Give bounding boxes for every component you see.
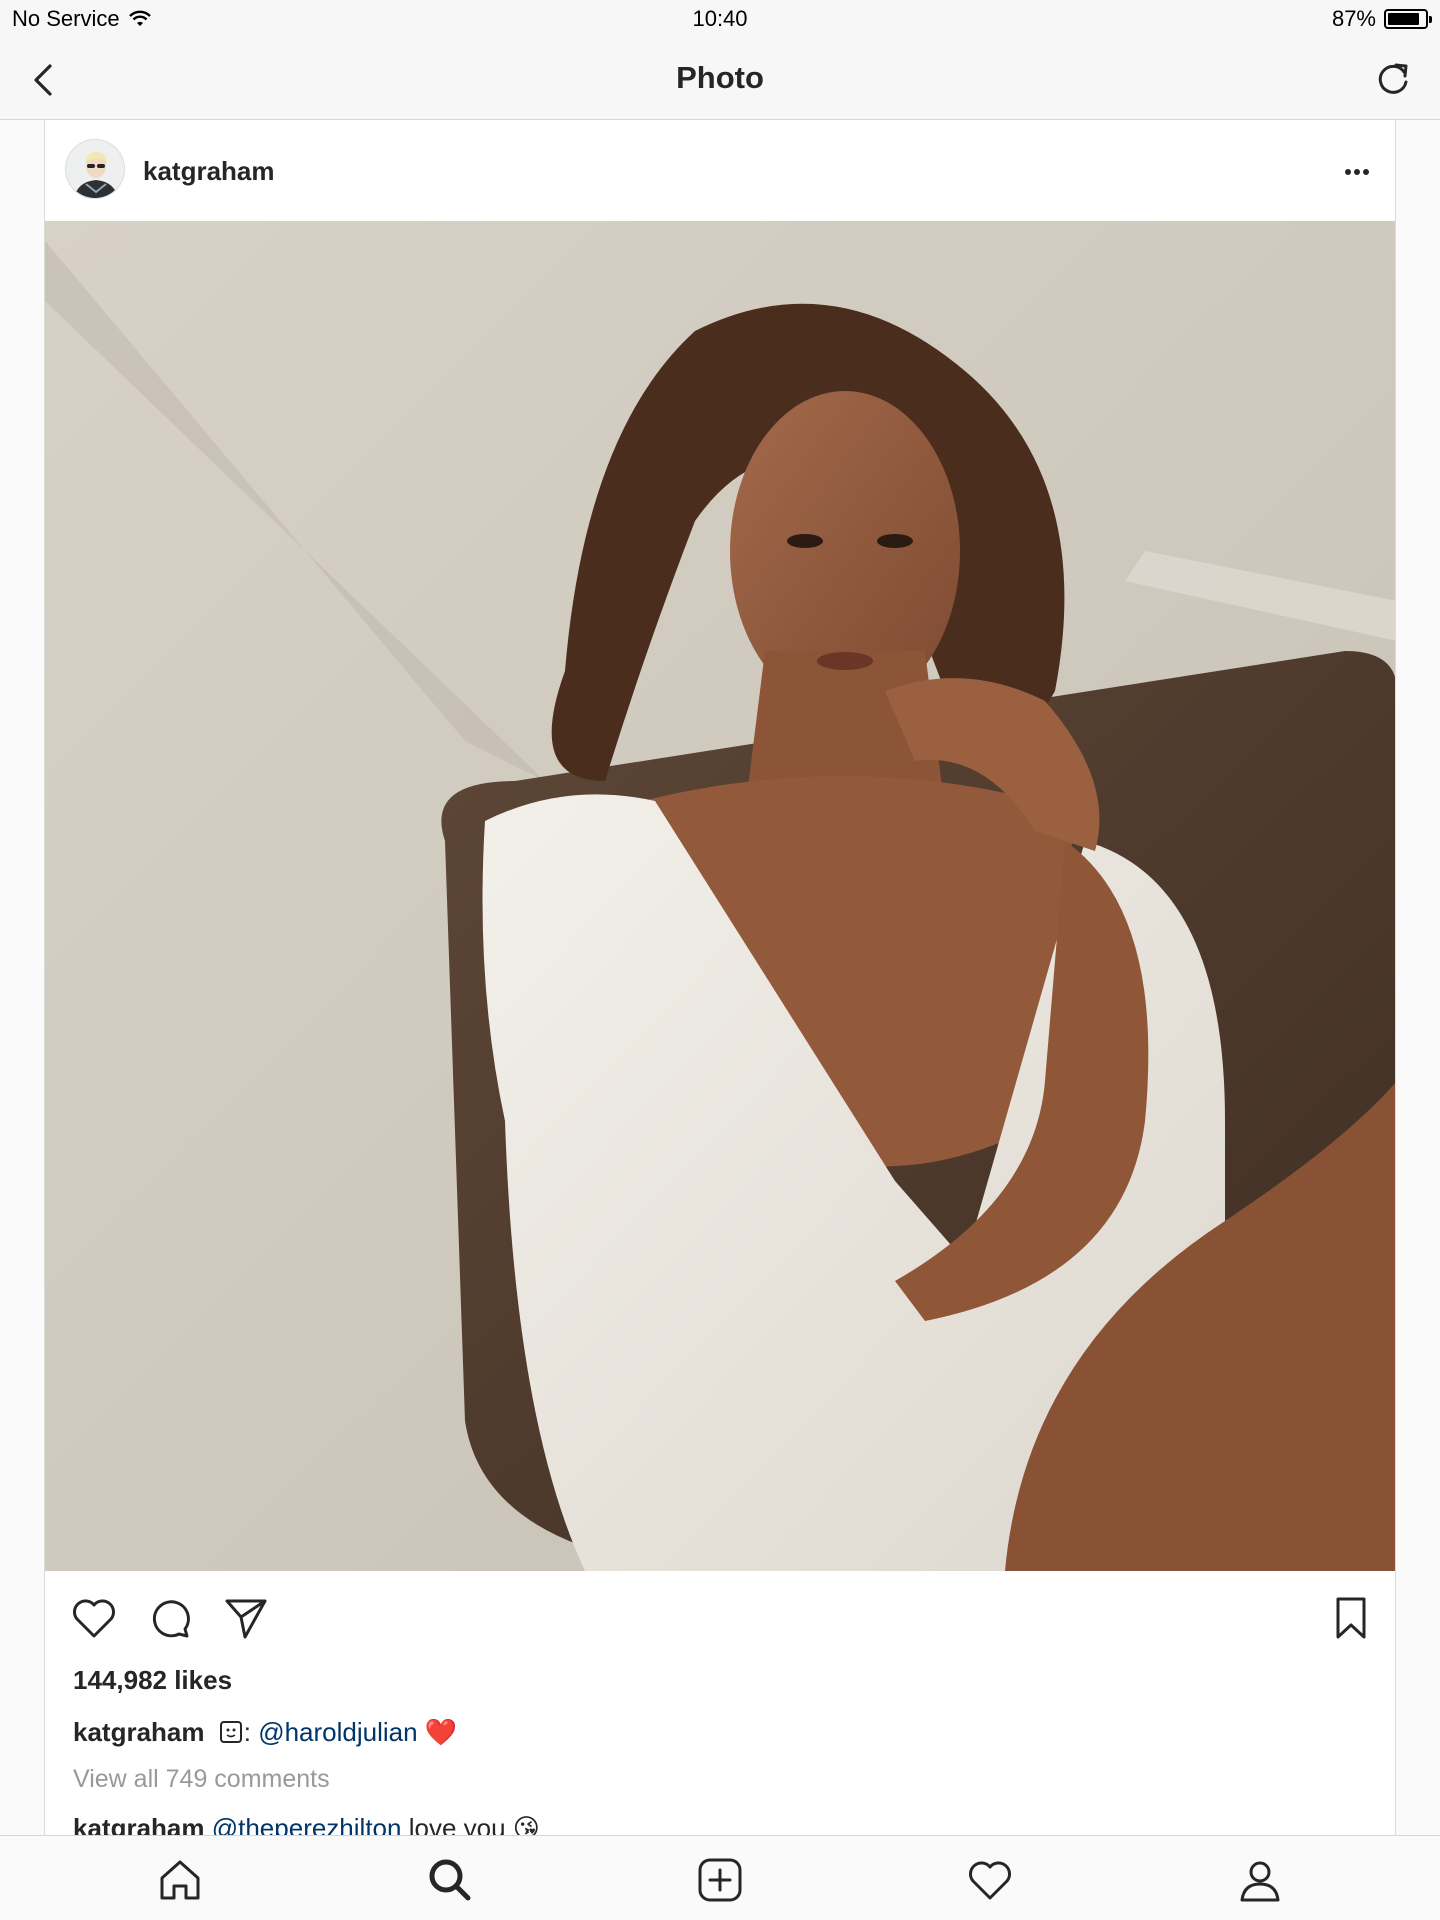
view-all-comments-link[interactable]: View all 749 comments [73, 1765, 330, 1794]
battery-percent: 87% [1331, 6, 1376, 31]
post-photo-image [45, 221, 1395, 1571]
status-time: 10:40 [692, 6, 748, 31]
avatar[interactable] [65, 139, 125, 199]
comment-username[interactable]: katgraham [73, 1813, 205, 1835]
comment-text: love you [408, 1813, 506, 1835]
battery-level [1388, 13, 1420, 25]
battery-icon [1384, 9, 1432, 29]
likes-count[interactable]: 144,982 likes [73, 1665, 232, 1696]
home-icon[interactable] [154, 1854, 206, 1906]
caption-colon: : [243, 1717, 259, 1747]
nav-bar: Photo [0, 40, 1440, 120]
post-caption: katgraham : @haroldjulian ❤️ [73, 1717, 457, 1748]
activity-heart-icon[interactable] [964, 1854, 1016, 1906]
caption-username[interactable]: katgraham [73, 1717, 205, 1747]
add-post-icon[interactable] [694, 1854, 746, 1906]
post-actions [45, 1583, 1395, 1653]
more-options-icon[interactable] [1337, 152, 1377, 192]
bookmark-icon[interactable] [1326, 1593, 1376, 1643]
tab-bar [0, 1835, 1440, 1920]
comment-bubble-icon[interactable] [145, 1593, 195, 1643]
status-right: 87% [1331, 6, 1432, 32]
avatar-image [66, 140, 124, 198]
page-title: Photo [676, 60, 764, 95]
refresh-icon[interactable] [1370, 56, 1416, 102]
caption-emoji: ❤️ [424, 1717, 458, 1747]
post-card: katgraham 144,982 likes katgraham: @har… [44, 120, 1396, 1835]
comment-mention[interactable]: @theperezhilton [212, 1813, 402, 1835]
search-icon[interactable] [424, 1854, 476, 1906]
camera-face-emoji-icon [219, 1721, 242, 1743]
post-header: katgraham [45, 120, 1395, 220]
caption-mention[interactable]: @haroldjulian [258, 1717, 417, 1747]
post-username[interactable]: katgraham [143, 156, 275, 187]
paper-plane-icon[interactable] [221, 1593, 271, 1643]
profile-icon[interactable] [1234, 1854, 1286, 1906]
post-photo[interactable] [45, 221, 1395, 1571]
heart-icon[interactable] [69, 1593, 119, 1643]
comment-emoji: 😘 [512, 1813, 540, 1835]
comment-item: katgraham @theperezhilton love you 😘 [73, 1813, 540, 1835]
status-bar: No Service 10:40 87% [0, 0, 1440, 40]
